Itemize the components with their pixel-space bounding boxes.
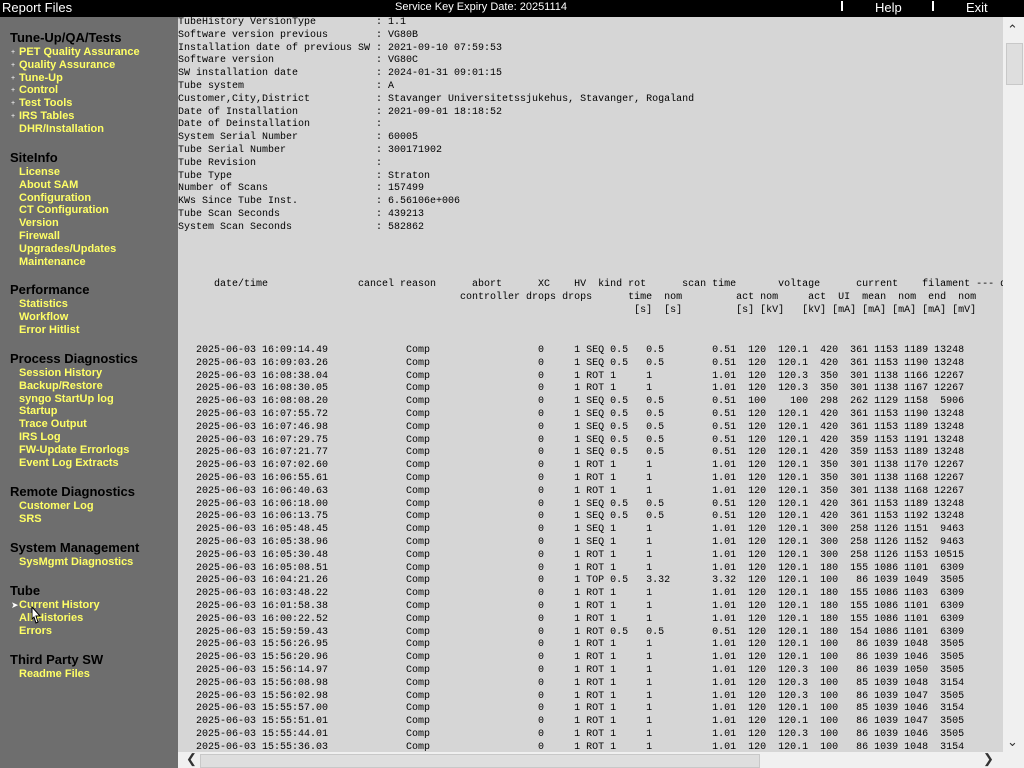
sidebar-item[interactable]: Configuration: [19, 192, 91, 205]
sidebar-item[interactable]: Quality Assurance: [19, 59, 115, 72]
history-table-header: date/time cancel reason abort XC HV kind…: [214, 279, 1003, 316]
sidebar-item[interactable]: syngo StartUp log: [19, 393, 114, 406]
scroll-up-icon[interactable]: ⌃: [1007, 23, 1018, 37]
report-content: TubeHistory VersionType : 1.1 Software v…: [178, 17, 1003, 752]
sidebar-section-title: Third Party SW: [10, 652, 104, 667]
history-table-rows: 2025-06-03 16:09:14.49 Comp 0 1 SEQ 0.5 …: [196, 345, 965, 752]
sidebar-item[interactable]: Startup: [19, 405, 58, 418]
sidebar-item[interactable]: Event Log Extracts: [19, 457, 119, 470]
sidebar-item[interactable]: Test Tools: [19, 97, 72, 110]
sidebar-item[interactable]: Tune-Up: [19, 72, 63, 85]
app-title: Report Files: [2, 0, 73, 15]
sidebar-item[interactable]: SRS: [19, 513, 42, 526]
sidebar-item[interactable]: Errors: [19, 625, 52, 638]
sidebar-item[interactable]: FW-Update Errorlogs: [19, 444, 129, 457]
service-key-expiry: Service Key Expiry Date: 20251114: [395, 1, 568, 13]
sidebar-item[interactable]: Firewall: [19, 230, 60, 243]
sidebar-item[interactable]: Trace Output: [19, 418, 87, 431]
scroll-right-icon[interactable]: ❯: [983, 752, 994, 766]
sidebar-item[interactable]: DHR/Installation: [19, 123, 104, 136]
vertical-scroll-thumb[interactable]: [1006, 43, 1023, 85]
sidebar-section-title: SiteInfo: [10, 150, 58, 165]
sidebar-item[interactable]: Backup/Restore: [19, 380, 103, 393]
sidebar-item[interactable]: About SAM: [19, 179, 78, 192]
expand-bullet-icon[interactable]: +: [11, 46, 15, 59]
scroll-down-icon[interactable]: ⌄: [1007, 735, 1018, 749]
expand-bullet-icon[interactable]: +: [11, 110, 15, 123]
sidebar-section-title: Tube: [10, 583, 41, 598]
horizontal-scroll-thumb[interactable]: [200, 754, 760, 768]
sidebar-section-title: Process Diagnostics: [10, 351, 138, 366]
sidebar-section-title: Tune-Up/QA/Tests: [10, 30, 122, 45]
sidebar-item[interactable]: Workflow: [19, 311, 68, 324]
sidebar-item[interactable]: Statistics: [19, 298, 68, 311]
vertical-scrollbar[interactable]: ⌃ ⌄: [1003, 17, 1024, 752]
sidebar-item[interactable]: IRS Log: [19, 431, 61, 444]
sidebar-item[interactable]: Readme Files: [19, 668, 90, 681]
tube-info-block: TubeHistory VersionType : 1.1 Software v…: [178, 17, 695, 233]
sidebar-item[interactable]: IRS Tables: [19, 110, 74, 123]
sidebar-item[interactable]: License: [19, 166, 60, 179]
sidebar-item[interactable]: Maintenance: [19, 256, 86, 269]
sidebar: Tune-Up/QA/Tests + PET Quality Assurance + Q…: [0, 17, 178, 768]
current-arrow-icon: ➤: [11, 600, 19, 610]
sidebar-item[interactable]: Version: [19, 217, 59, 230]
sidebar-item[interactable]: Customer Log: [19, 500, 94, 513]
sidebar-item[interactable]: SysMgmt Diagnostics: [19, 556, 133, 569]
sidebar-section-title: Remote Diagnostics: [10, 484, 135, 499]
mouse-pointer-icon: [31, 606, 42, 624]
separator: [932, 1, 934, 11]
sidebar-item[interactable]: All Histories: [19, 612, 83, 625]
sidebar-item[interactable]: Error Hitlist: [19, 324, 80, 337]
top-bar: Report Files Service Key Expiry Date: 20…: [0, 0, 1024, 17]
scrollbar-corner: [1003, 752, 1024, 768]
sidebar-item[interactable]: CT Configuration: [19, 204, 109, 217]
help-button[interactable]: Help: [875, 0, 902, 15]
separator: [841, 1, 843, 11]
expand-bullet-icon[interactable]: +: [11, 84, 15, 97]
sidebar-section-title: System Management: [10, 540, 140, 555]
sidebar-item[interactable]: PET Quality Assurance: [19, 46, 140, 59]
horizontal-scrollbar[interactable]: ❮ ❯: [178, 752, 1003, 768]
expand-bullet-icon[interactable]: +: [11, 59, 15, 72]
sidebar-item[interactable]: Upgrades/Updates: [19, 243, 116, 256]
sidebar-item[interactable]: Session History: [19, 367, 102, 380]
scroll-left-icon[interactable]: ❮: [186, 752, 197, 766]
expand-bullet-icon[interactable]: +: [11, 97, 15, 110]
sidebar-section-title: Performance: [10, 282, 90, 297]
exit-button[interactable]: Exit: [966, 0, 988, 15]
sidebar-item[interactable]: Control: [19, 84, 58, 97]
expand-bullet-icon[interactable]: +: [11, 72, 15, 85]
